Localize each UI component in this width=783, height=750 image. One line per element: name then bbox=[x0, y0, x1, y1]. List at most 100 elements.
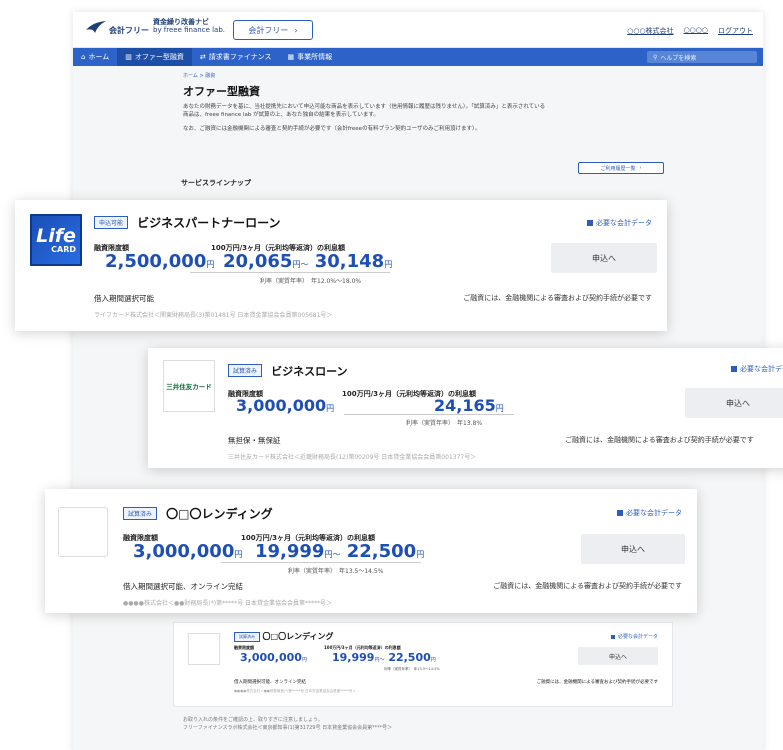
home-icon: ⌂ bbox=[81, 53, 86, 61]
help-search-input[interactable]: ⚲ ヘルプを検索 bbox=[647, 51, 757, 63]
interest-amount: 24,165 bbox=[434, 396, 496, 415]
interest-min: 20,065 bbox=[223, 251, 293, 272]
nav-invoice-finance[interactable]: ⇄ 請求書ファイナンス bbox=[192, 48, 280, 66]
mini-limit-value: 3,000,000円 bbox=[240, 651, 307, 664]
interest-rate: 利率（実質年率） 年12.0%～18.0% bbox=[260, 278, 362, 285]
bottom-line-2: フリーファイナンスラボ株式会社＜東京都知事(1)第31729号 日本貸金業協会会… bbox=[183, 725, 393, 731]
bird-logo-icon bbox=[86, 21, 106, 33]
interest-max: 30,148 bbox=[314, 251, 385, 272]
yen-unit: 円 bbox=[495, 404, 504, 413]
mini-rate: 利率（実質年率） 年13.5～14.5% bbox=[384, 667, 440, 671]
search-icon: ⚲ bbox=[653, 53, 658, 61]
service-lineup-heading: サービスラインナップ bbox=[181, 179, 251, 187]
need-data-link[interactable]: 必要な会計データ bbox=[610, 633, 658, 640]
mini-interest-max: 22,500 bbox=[388, 651, 431, 664]
bottom-line-1: お取り入れの条件をご確認の上、取りすぎに注意しましょう。 bbox=[183, 717, 323, 723]
header-account: ○○○株式会社 ○○○○ ログアウト bbox=[627, 26, 753, 36]
app-header: 会計フリー 資金繰り改善ナビ by freee finance lab. 会計フ… bbox=[73, 12, 763, 48]
status-badge: 試算済み bbox=[123, 507, 158, 520]
company-link[interactable]: ○○○株式会社 bbox=[627, 26, 673, 36]
need-data-label: 必要な会計データ bbox=[740, 365, 783, 373]
limit-value: 3,000,000円 bbox=[236, 396, 334, 415]
mini-footer: ●●●●株式会社＜●●財務局長(*)第*****号 日本貸金業協会会員第****… bbox=[234, 689, 356, 693]
yen-unit: 円 bbox=[416, 550, 425, 559]
review-notice: ご融資には、金融機関による審査および契約手続が必要です bbox=[565, 436, 754, 444]
mini-interest-min: 19,999 bbox=[332, 651, 375, 664]
interest-divider bbox=[221, 562, 421, 563]
card-title: ビジネスローン bbox=[271, 365, 348, 378]
review-notice: ご融資には、金融機関による審査および契約手続が必要です bbox=[463, 294, 652, 302]
app-switch-label: 会計フリー bbox=[248, 25, 289, 35]
smbc-logo-text: 三井住友カード bbox=[166, 383, 212, 391]
breadcrumb[interactable]: ホーム > 融資 bbox=[183, 72, 663, 79]
data-icon bbox=[610, 634, 615, 639]
page-title: オファー型融資 bbox=[183, 85, 260, 98]
lender-footer: ●●●●株式会社＜●●財務局長(*)第*****号 日本貸金業協会会員第****… bbox=[123, 600, 333, 607]
need-data-link[interactable]: 必要な会計データ bbox=[617, 508, 682, 518]
limit-amount: 2,500,000 bbox=[105, 251, 207, 272]
need-data-link[interactable]: 必要な会計データ bbox=[731, 364, 783, 374]
loan-card-lending: 試算済み 〇□〇レンディング 必要な会計データ 融資限度額 3,000,000円… bbox=[45, 489, 697, 613]
page-desc-1: あなたの財務データを基に、当社提携先において申込可能な商品を表示しています（信用… bbox=[183, 104, 546, 110]
apply-button[interactable]: 申込へ bbox=[578, 647, 658, 665]
loan-card-mini: 試算済み 〇□〇レンディング 必要な会計データ 融資限度額 3,000,000円… bbox=[173, 622, 673, 707]
interest-rate: 利率（実質年率） 年13.8% bbox=[406, 420, 483, 427]
interest-min: 19,999 bbox=[255, 541, 325, 562]
app-switch-button[interactable]: 会計フリー › bbox=[233, 20, 313, 40]
interest-divider bbox=[190, 272, 390, 273]
limit-amount: 3,000,000 bbox=[133, 541, 235, 562]
loan-condition: 借入期間選択可能 bbox=[94, 294, 154, 303]
user-link[interactable]: ○○○○ bbox=[684, 26, 708, 36]
yen-range: 円～ bbox=[324, 550, 341, 559]
yen-unit: 円 bbox=[206, 260, 215, 269]
lender-logo-placeholder bbox=[188, 633, 220, 665]
interest-value: 20,065円～ 30,148円 bbox=[223, 251, 392, 272]
apply-button[interactable]: 申込へ bbox=[581, 534, 685, 564]
apply-button[interactable]: 申込へ bbox=[685, 388, 783, 418]
interest-value: 24,165円 bbox=[434, 396, 504, 415]
mini-cond: 借入期間選択可能、オンライン完結 bbox=[234, 680, 306, 685]
apply-button[interactable]: 申込へ bbox=[551, 243, 657, 273]
card-title: ビジネスパートナーローン bbox=[137, 216, 281, 230]
nav-offer-loan[interactable]: ▥ オファー型融資 bbox=[117, 48, 192, 66]
interest-value: 19,999円～ 22,500円 bbox=[255, 541, 424, 562]
chevron-right-icon: › bbox=[639, 165, 642, 171]
mini-limit-amount: 3,000,000 bbox=[240, 651, 302, 664]
main-nav: ⌂ ホーム ▥ オファー型融資 ⇄ 請求書ファイナンス ▦ 事業所情報 ⚲ ヘル… bbox=[73, 48, 763, 66]
exchange-icon: ⇄ bbox=[199, 53, 206, 61]
history-list-button[interactable]: ご利用履歴一覧 › bbox=[578, 162, 664, 174]
data-icon bbox=[617, 510, 623, 516]
interest-max: 22,500 bbox=[346, 541, 417, 562]
limit-value: 2,500,000円 bbox=[105, 251, 214, 272]
bottom-notes: お取り入れの条件をご確認の上、取りすぎに注意しましょう。 フリーファイナンスラボ… bbox=[183, 716, 392, 732]
loan-card-lifecard: Life CARD 申込可能 ビジネスパートナーローン 必要な会計データ 融資限… bbox=[15, 200, 667, 331]
stage: 会計フリー 資金繰り改善ナビ by freee finance lab. 会計フ… bbox=[0, 0, 783, 750]
status-badge: 試算済み bbox=[228, 364, 263, 377]
nav-invoice-label: 請求書ファイナンス bbox=[208, 53, 272, 61]
logo-main: 会計フリー bbox=[109, 26, 149, 35]
yen-unit: 円 bbox=[301, 657, 307, 663]
nav-offer-loan-label: オファー型融資 bbox=[134, 53, 184, 61]
interest-rate: 利率（実質年率） 年13.5～14.5% bbox=[288, 568, 384, 575]
logout-link[interactable]: ログアウト bbox=[718, 26, 753, 36]
card-title-row: 申込可能 ビジネスパートナーローン bbox=[94, 212, 281, 231]
yen-range: 円～ bbox=[292, 260, 309, 269]
logo-sub: by freee finance lab. bbox=[153, 26, 225, 34]
page-desc-2: 商品は、freee finance lab が試算の上、あなた独自の結果を表示し… bbox=[183, 112, 379, 118]
loan-condition: 無担保・無保証 bbox=[228, 436, 281, 445]
loan-condition: 借入期間選択可能、オンライン完結 bbox=[123, 582, 243, 591]
need-data-link[interactable]: 必要な会計データ bbox=[587, 218, 652, 228]
limit-value: 3,000,000円 bbox=[133, 541, 242, 562]
interest-divider bbox=[344, 414, 514, 415]
review-notice: ご融資には、金融機関による審査および契約手続が必要です bbox=[493, 582, 682, 590]
need-data-label: 必要な会計データ bbox=[617, 634, 658, 640]
bank-icon: ▥ bbox=[125, 53, 132, 61]
lifecard-logo: Life CARD bbox=[30, 214, 82, 266]
smbc-logo: 三井住友カード bbox=[163, 360, 215, 412]
nav-home[interactable]: ⌂ ホーム bbox=[73, 48, 117, 66]
nav-office-info[interactable]: ▦ 事業所情報 bbox=[279, 48, 340, 66]
yen-unit: 円 bbox=[384, 260, 393, 269]
data-icon bbox=[731, 366, 737, 372]
lender-footer: ライフカード株式会社＜関東財務局長(3)第01481号 日本貸金業協会会員第00… bbox=[94, 312, 333, 319]
need-data-label: 必要な会計データ bbox=[626, 509, 682, 517]
